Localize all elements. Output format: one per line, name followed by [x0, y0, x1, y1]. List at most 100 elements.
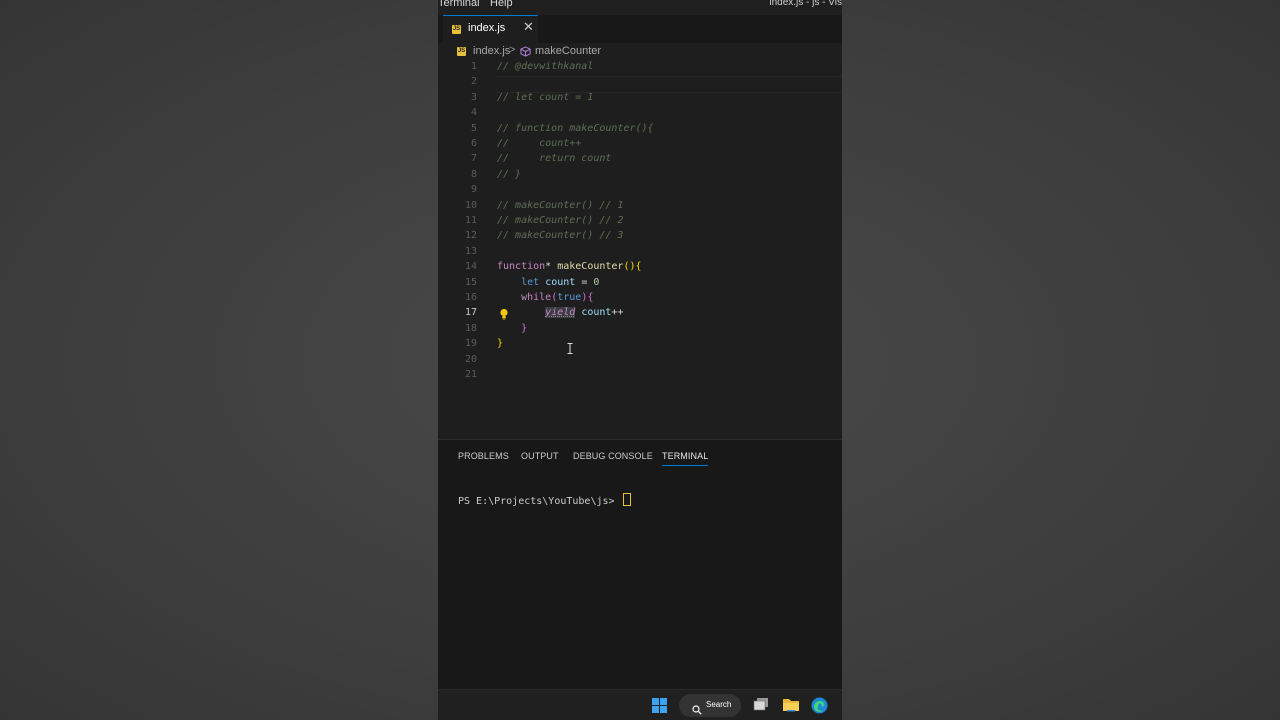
- line-number: 1: [470, 61, 477, 72]
- code-token: yield: [545, 307, 576, 319]
- code-line[interactable]: 12 // makeCounter() // 3: [438, 230, 842, 245]
- code-text: // return count: [497, 153, 611, 164]
- code-line[interactable]: 7 // return count: [438, 153, 842, 168]
- code-line[interactable]: 10 // makeCounter() // 1: [438, 200, 842, 215]
- code-line[interactable]: 4: [438, 107, 842, 122]
- close-icon[interactable]: ✕: [523, 20, 534, 35]
- code-token: // makeCounter() // 2: [497, 215, 624, 226]
- line-number: 4: [470, 107, 477, 119]
- code-line[interactable]: 14 function* makeCounter(){: [438, 261, 842, 276]
- code-text: while(true){: [497, 292, 593, 303]
- code-line[interactable]: 13: [438, 246, 842, 261]
- code-token: }: [497, 338, 504, 350]
- code-token: }: [521, 322, 528, 334]
- menu-terminal[interactable]: Terminal: [438, 0, 480, 9]
- code-token: true: [557, 292, 582, 303]
- code-token: // }: [497, 168, 522, 180]
- line-number: 15: [464, 276, 477, 288]
- line-number: 14: [464, 261, 477, 273]
- code-line[interactable]: 9: [438, 184, 842, 199]
- code-line[interactable]: 20: [438, 354, 842, 369]
- chevron-right-icon: >: [509, 44, 516, 56]
- code-text: // count++: [497, 138, 581, 149]
- js-file-icon: JS: [452, 25, 461, 34]
- code-editor[interactable]: 1 // @devwithkanal 2 3 // let count = 1 4 5 // …: [438, 61, 842, 439]
- taskbar-search-button[interactable]: Search: [679, 694, 741, 717]
- edge-browser-icon[interactable]: [811, 697, 828, 718]
- terminal-prompt: PS E:\Projects\YouTube\js>: [458, 496, 621, 507]
- code-line[interactable]: 16 while(true){: [438, 292, 842, 307]
- tab-output[interactable]: OUTPUT: [521, 451, 559, 461]
- line-number: 12: [464, 230, 477, 242]
- code-text: }: [497, 323, 527, 334]
- code-token: // @devwithkanal: [497, 61, 594, 72]
- code-line[interactable]: 21: [438, 369, 842, 384]
- line-number: 21: [464, 369, 477, 380]
- line-number: 17: [464, 307, 477, 319]
- code-line[interactable]: 1 // @devwithkanal: [438, 61, 842, 76]
- code-text: // function makeCounter(){: [497, 123, 654, 134]
- code-text: // }: [497, 169, 521, 180]
- code-token: // function makeCounter(){: [497, 122, 654, 134]
- code-token: (): [623, 261, 636, 273]
- code-token: =: [575, 276, 594, 288]
- line-number: 11: [464, 215, 477, 226]
- code-text: yield count++: [497, 307, 624, 319]
- vscode-window: Terminal Help index.js - js - Vis JS ind…: [438, 0, 842, 720]
- tab-label: index.js: [468, 22, 506, 34]
- code-token: // let count = 1: [497, 91, 594, 103]
- code-line[interactable]: 17 yield count++: [438, 307, 842, 322]
- code-token: // makeCounter() // 3: [497, 230, 624, 242]
- code-text: // makeCounter() // 1: [497, 200, 623, 211]
- code-token: ++: [611, 307, 624, 319]
- code-line[interactable]: 11 // makeCounter() // 2: [438, 215, 842, 230]
- code-line[interactable]: 18 }: [438, 323, 842, 338]
- code-line[interactable]: 5 // function makeCounter(){: [438, 123, 842, 138]
- code-token: // makeCounter() // 1: [497, 199, 624, 211]
- windows-start-icon[interactable]: [652, 698, 667, 717]
- code-line[interactable]: 2: [438, 76, 842, 91]
- code-token: let: [521, 276, 540, 288]
- code-token: makeCounter: [557, 261, 624, 273]
- editor-tab-bar: JS index.js ✕: [438, 15, 842, 43]
- terminal-prompt-line[interactable]: PS E:\Projects\YouTube\js>: [458, 493, 631, 507]
- symbol-method-icon: [520, 46, 531, 60]
- code-line[interactable]: 3 // let count = 1: [438, 92, 842, 107]
- code-token: count: [545, 276, 576, 288]
- line-number: 10: [464, 199, 477, 211]
- search-label: Search: [706, 700, 732, 709]
- code-text: // let count = 1: [497, 92, 593, 103]
- code-text: // makeCounter() // 3: [497, 230, 623, 241]
- code-token: {: [635, 261, 642, 273]
- line-number: 2: [470, 76, 477, 88]
- taskbar: Search: [438, 689, 842, 720]
- code-text: function* makeCounter(){: [497, 261, 642, 272]
- code-line[interactable]: 15 let count = 0: [438, 277, 842, 292]
- code-line[interactable]: 19}: [438, 338, 842, 353]
- bottom-panel: PROBLEMS OUTPUT DEBUG CONSOLE TERMINAL P…: [438, 439, 842, 690]
- code-line[interactable]: 6 // count++: [438, 138, 842, 153]
- code-token: function: [497, 261, 546, 273]
- code-line[interactable]: 8 // }: [438, 169, 842, 184]
- code-text: let count = 0: [497, 277, 599, 288]
- breadcrumb-symbol[interactable]: makeCounter: [535, 45, 601, 57]
- tab-debug-console[interactable]: DEBUG CONSOLE: [573, 451, 653, 461]
- line-number: 6: [470, 138, 477, 149]
- menu-help[interactable]: Help: [490, 0, 513, 9]
- file-explorer-icon[interactable]: [782, 697, 800, 716]
- code-token: 0: [593, 276, 600, 288]
- line-number: 3: [470, 91, 477, 103]
- tab-index-js[interactable]: JS index.js ✕: [443, 15, 538, 43]
- code-text: // makeCounter() // 2: [497, 215, 623, 226]
- breadcrumb: JS index.js > makeCounter: [438, 43, 842, 61]
- js-file-icon: JS: [457, 47, 466, 56]
- breadcrumb-file[interactable]: index.js: [473, 45, 510, 57]
- code-token: count: [581, 307, 612, 319]
- tab-terminal[interactable]: TERMINAL: [662, 451, 709, 466]
- task-view-icon[interactable]: [753, 697, 769, 716]
- tab-problems[interactable]: PROBLEMS: [458, 451, 509, 461]
- line-number: 19: [464, 338, 477, 350]
